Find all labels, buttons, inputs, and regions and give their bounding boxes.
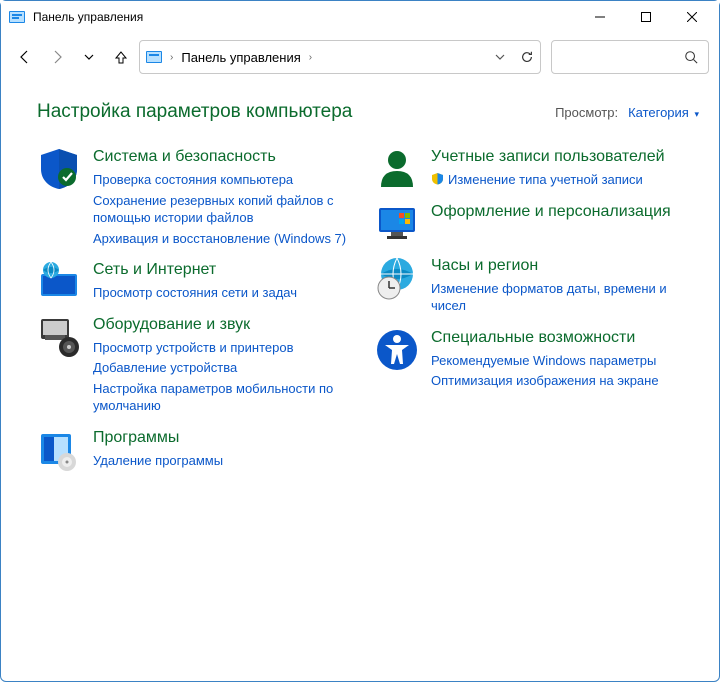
category-link[interactable]: Просмотр устройств и принтеров: [93, 339, 361, 357]
category-link-label: Проверка состояния компьютера: [93, 171, 293, 189]
category-link-label: Сохранение резервных копий файлов с помо…: [93, 192, 361, 227]
category-link-label: Изменение форматов даты, времени и чисел: [431, 280, 699, 315]
category-link-label: Оптимизация изображения на экране: [431, 372, 659, 390]
category-link-label: Архивация и восстановление (Windows 7): [93, 230, 346, 248]
titlebar: Панель управления: [1, 1, 719, 33]
breadcrumb-sep-icon[interactable]: ›: [309, 52, 312, 63]
category-item: Учетные записи пользователей Изменение ти…: [375, 147, 699, 192]
category-link[interactable]: Добавление устройства: [93, 359, 361, 377]
category-link[interactable]: Проверка состояния компьютера: [93, 171, 361, 189]
window-controls: [577, 2, 715, 32]
view-dropdown[interactable]: Категория ▾: [628, 105, 699, 120]
refresh-button[interactable]: [520, 50, 534, 64]
category-title[interactable]: Оборудование и звук: [93, 315, 361, 335]
category-item: Специальные возможности Рекомендуемые Win…: [375, 328, 699, 393]
close-button[interactable]: [669, 2, 715, 32]
page-title: Настройка параметров компьютера: [37, 101, 555, 123]
content-area: Настройка параметров компьютера Просмотр…: [1, 81, 719, 492]
category-item: Сеть и Интернет Просмотр состояния сети и…: [37, 260, 361, 305]
category-item: Программы Удаление программы: [37, 428, 361, 473]
forward-button[interactable]: [43, 43, 71, 71]
category-title[interactable]: Специальные возможности: [431, 328, 699, 348]
back-button[interactable]: [11, 43, 39, 71]
category-item: Система и безопасность Проверка состояния…: [37, 147, 361, 250]
category-item: Часы и регион Изменение форматов даты, вр…: [375, 256, 699, 318]
category-link-label: Добавление устройства: [93, 359, 237, 377]
address-bar[interactable]: › Панель управления ›: [139, 40, 541, 74]
app-icon: [9, 9, 25, 25]
category-link[interactable]: Настройка параметров мобильности по умол…: [93, 380, 361, 415]
category-link-label: Изменение типа учетной записи: [448, 171, 643, 189]
breadcrumb-sep-icon[interactable]: ›: [170, 52, 173, 63]
category-link[interactable]: Изменение типа учетной записи: [431, 171, 699, 189]
nav-row: › Панель управления ›: [1, 33, 719, 81]
window-title: Панель управления: [33, 10, 577, 24]
uac-shield-icon: [431, 172, 444, 185]
breadcrumb-text[interactable]: Панель управления: [181, 50, 300, 65]
category-title[interactable]: Программы: [93, 428, 361, 448]
category-link[interactable]: Архивация и восстановление (Windows 7): [93, 230, 361, 248]
category-link-label: Удаление программы: [93, 452, 223, 470]
chevron-down-icon: ▾: [694, 109, 699, 119]
search-box[interactable]: [551, 40, 709, 74]
category-link-label: Рекомендуемые Windows параметры: [431, 352, 656, 370]
category-link-label: Настройка параметров мобильности по умол…: [93, 380, 361, 415]
view-label: Просмотр:: [555, 105, 618, 120]
category-title[interactable]: Учетные записи пользователей: [431, 147, 699, 167]
user-icon: [375, 147, 419, 191]
control-panel-icon: [146, 49, 162, 65]
category-link-label: Просмотр устройств и принтеров: [93, 339, 293, 357]
category-link[interactable]: Оптимизация изображения на экране: [431, 372, 699, 390]
search-icon: [684, 50, 698, 64]
category-item: Оформление и персонализация: [375, 202, 699, 246]
category-title[interactable]: Часы и регион: [431, 256, 699, 276]
category-item: Оборудование и звук Просмотр устройств и …: [37, 315, 361, 418]
network-icon: [37, 260, 81, 304]
heading-row: Настройка параметров компьютера Просмотр…: [37, 101, 699, 123]
maximize-button[interactable]: [623, 2, 669, 32]
up-button[interactable]: [107, 43, 135, 71]
programs-icon: [37, 428, 81, 472]
shield-icon: [37, 147, 81, 191]
category-link[interactable]: Просмотр состояния сети и задач: [93, 284, 361, 302]
category-title[interactable]: Сеть и Интернет: [93, 260, 361, 280]
hardware-icon: [37, 315, 81, 359]
category-link[interactable]: Рекомендуемые Windows параметры: [431, 352, 699, 370]
minimize-button[interactable]: [577, 2, 623, 32]
recent-dropdown[interactable]: [75, 43, 103, 71]
category-link[interactable]: Удаление программы: [93, 452, 361, 470]
category-title[interactable]: Оформление и персонализация: [431, 202, 699, 222]
categories-grid: Система и безопасность Проверка состояния…: [37, 147, 699, 482]
category-link-label: Просмотр состояния сети и задач: [93, 284, 297, 302]
category-link[interactable]: Сохранение резервных копий файлов с помо…: [93, 192, 361, 227]
clock-icon: [375, 256, 419, 300]
address-dropdown-icon[interactable]: [494, 51, 506, 63]
appearance-icon: [375, 202, 419, 246]
category-link[interactable]: Изменение форматов даты, времени и чисел: [431, 280, 699, 315]
access-icon: [375, 328, 419, 372]
category-title[interactable]: Система и безопасность: [93, 147, 361, 167]
